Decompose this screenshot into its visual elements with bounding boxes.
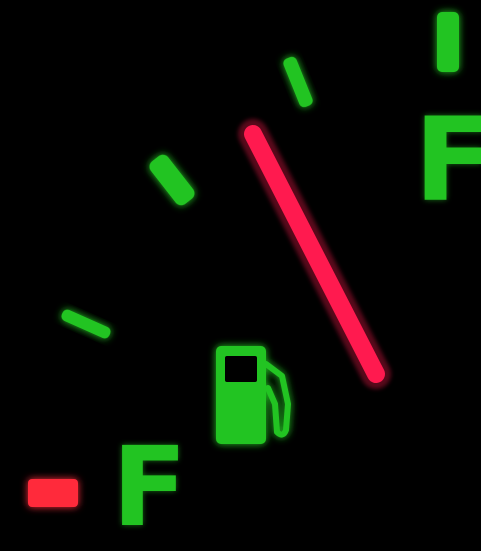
lower-label: F [112,423,188,551]
gauge-needle [238,119,391,389]
fuel-gauge-dial [28,12,459,507]
scale-tick-middle [149,154,195,206]
fuel-pump-icon [216,346,291,444]
full-tick [437,12,459,72]
scale-tick-upper [283,56,313,108]
scale-tick-lower [61,309,111,339]
low-fuel-marker [28,479,78,507]
full-label: F [414,93,481,228]
